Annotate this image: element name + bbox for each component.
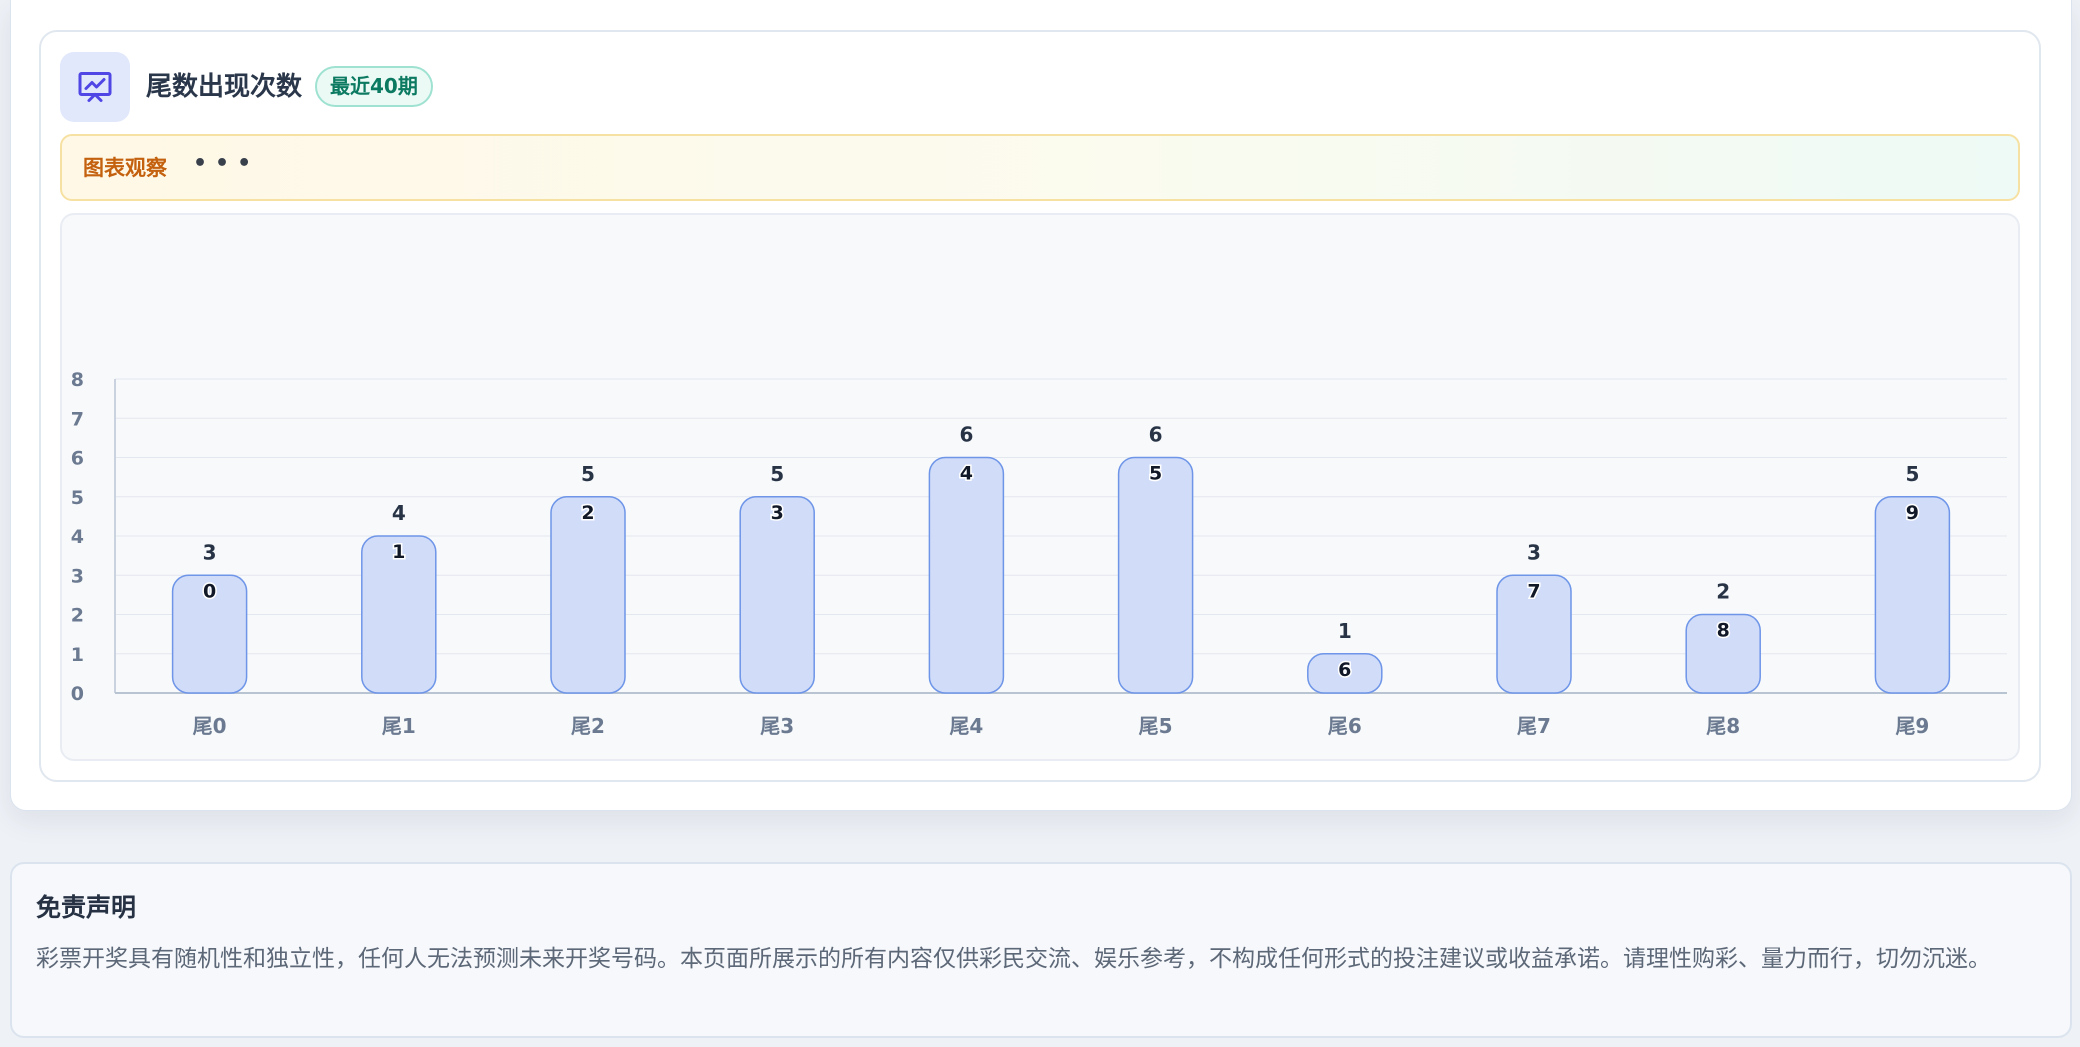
- disclaimer-section: 免责声明 彩票开奖具有随机性和独立性，任何人无法预测未来开奖号码。本页面所展示的…: [10, 862, 2072, 1038]
- bar-digit-label: 3: [771, 502, 784, 524]
- y-tick-label: 1: [71, 644, 84, 666]
- y-tick-label: 3: [71, 565, 84, 587]
- bar-value-label: 2: [1716, 580, 1730, 604]
- bar-value-label: 5: [581, 462, 595, 486]
- bar-digit-label: 4: [960, 463, 973, 485]
- disclaimer-title: 免责声明: [36, 893, 137, 922]
- x-category-label: 尾3: [760, 714, 794, 738]
- bar-value-label: 6: [1149, 423, 1163, 447]
- bar-digit-label: 0: [203, 580, 216, 602]
- bar-value-label: 6: [959, 423, 973, 447]
- chart-presentation-icon: [60, 52, 130, 122]
- x-category-label: 尾0: [193, 714, 227, 738]
- y-tick-label: 6: [71, 448, 84, 470]
- bar-chart: 0 1 2 3 4 5 6 7 8 3 0 尾0 4 1 尾1 5 2 尾2 5 3 尾3 6 4 尾4 6 5 尾5 1 6 尾6 3 7 尾…: [60, 213, 2020, 761]
- loading-dots: •••: [193, 151, 260, 176]
- bar-digit-label: 7: [1527, 580, 1540, 602]
- bar-value-label: 5: [770, 462, 784, 486]
- observation-label: 图表观察: [83, 156, 167, 180]
- bar-digit-label: 8: [1717, 620, 1730, 642]
- chart-observation-banner[interactable]: 图表观察 •••: [60, 134, 2020, 201]
- x-category-label: 尾2: [571, 714, 605, 738]
- x-category-label: 尾9: [1895, 714, 1929, 738]
- bar-value-label: 3: [203, 540, 217, 564]
- bar-digit-label: 2: [581, 502, 594, 524]
- bar: [1117, 456, 1194, 694]
- x-category-label: 尾4: [949, 714, 983, 738]
- bar: [739, 496, 815, 694]
- x-category-label: 尾5: [1139, 714, 1173, 738]
- chart-title: 尾数出现次数: [146, 72, 303, 102]
- period-badge: 最近40期: [315, 66, 433, 107]
- x-category-label: 尾7: [1517, 714, 1551, 738]
- x-category-label: 尾1: [382, 714, 416, 738]
- bar: [1874, 496, 1951, 694]
- y-tick-label: 0: [71, 683, 84, 705]
- bar-value-label: 4: [392, 501, 406, 525]
- y-tick-label: 8: [71, 369, 84, 391]
- y-tick-label: 7: [71, 408, 84, 430]
- disclaimer-text: 彩票开奖具有随机性和独立性，任何人无法预测未来开奖号码。本页面所展示的所有内容仅…: [36, 946, 1991, 972]
- x-category-label: 尾6: [1328, 714, 1362, 738]
- x-category-label: 尾8: [1706, 714, 1740, 738]
- bar-chart-svg: 0 1 2 3 4 5 6 7 8 3 0 尾0 4 1 尾1 5 2 尾2 5 3 尾3 6 4 尾4 6 5 尾5 1 6 尾6 3 7 尾…: [71, 369, 2007, 738]
- bar-digit-label: 5: [1149, 463, 1162, 485]
- y-tick-label: 4: [71, 526, 84, 548]
- bar-digit-label: 1: [392, 541, 405, 563]
- bar-value-label: 5: [1905, 462, 1919, 486]
- y-tick-label: 2: [71, 605, 84, 627]
- bar: [928, 456, 1005, 694]
- bar-value-label: 3: [1527, 540, 1541, 564]
- bar-value-label: 1: [1338, 619, 1352, 643]
- bar: [550, 496, 626, 694]
- y-tick-label: 5: [71, 487, 84, 509]
- bar-digit-label: 6: [1338, 659, 1351, 681]
- bar-digit-label: 9: [1906, 502, 1919, 524]
